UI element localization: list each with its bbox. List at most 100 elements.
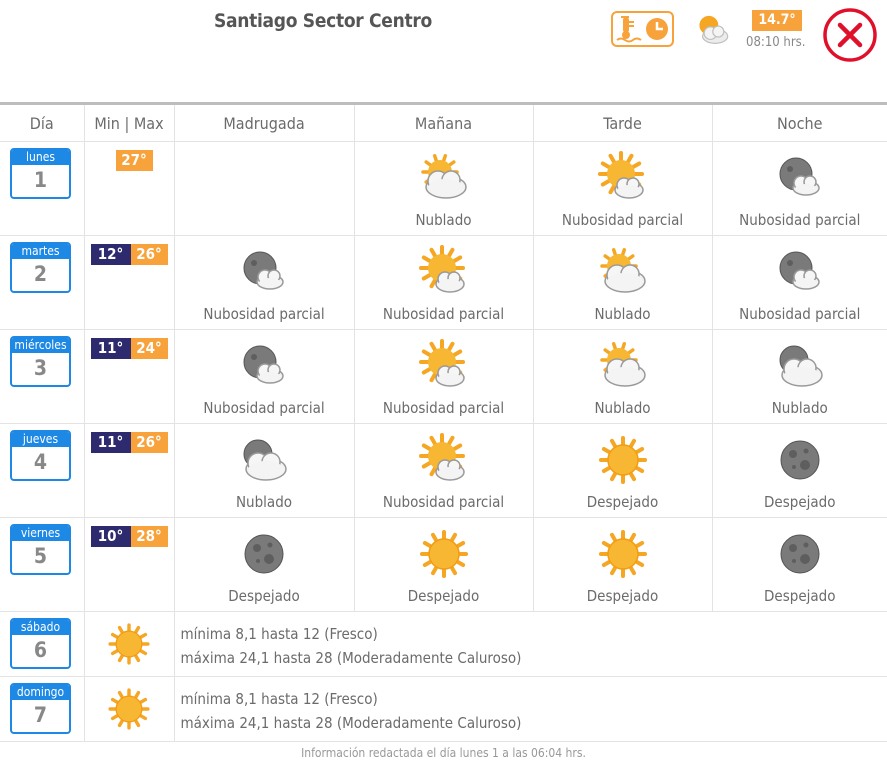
summary-max-text: máxima 24,1 hasta 28 (Moderadamente Calu… (180, 649, 522, 667)
day-cell: martes 2 (0, 235, 84, 330)
table-row: domingo 7 mínima 8,1 hasta 12 (Fresco) m… (0, 676, 887, 742)
forecast-cell-tarde: Nubosidad parcial (532, 141, 712, 236)
sun-icon (598, 530, 647, 578)
min-max-cell: 11° 24° (83, 329, 174, 424)
min-max-cell: 11° 26° (83, 423, 174, 518)
header-noche: Noche (711, 102, 887, 142)
table-row: sábado 6 mínima 8,1 hasta 12 (Fresco) má… (0, 611, 887, 677)
day-cell: lunes 1 (0, 141, 84, 236)
max-temp: 24° (130, 338, 168, 359)
condition-label: Despejado (228, 587, 300, 605)
day-badge: domingo 7 (10, 683, 71, 734)
day-number: 7 (33, 703, 48, 727)
forecast-table-container: Día Min | Max Madrugada Mañana Tarde Noc… (0, 102, 887, 742)
forecast-cell-noche: Nubosidad parcial (711, 141, 887, 236)
table-row: jueves 4 11° 26° Nublado Nubosidad parcia… (0, 423, 887, 518)
sun-icon (419, 530, 468, 578)
partly-cloudy-night-icon (243, 345, 284, 384)
day-cell: sábado 6 (0, 611, 84, 677)
sun-icon (598, 436, 647, 484)
min-max: 11° 24° (90, 338, 168, 359)
partly-cloudy-night-icon (779, 157, 820, 196)
partly-cloudy-night-icon (779, 251, 820, 290)
condition-label: Despejado (586, 493, 659, 511)
cloudy-night-icon (243, 439, 287, 481)
summary-icon-cell (83, 676, 174, 742)
forecast-cell-madrugada (173, 141, 354, 236)
page-title: Santiago Sector Centro (214, 10, 432, 32)
forecast-cell-noche: Despejado (711, 423, 887, 518)
day-name: lunes (12, 150, 69, 165)
table-header-row: Día Min | Max Madrugada Mañana Tarde Noc… (0, 102, 887, 142)
forecast-cell-tarde: Despejado (532, 517, 712, 612)
sun-icon (108, 623, 150, 665)
condition-label: Nublado (771, 399, 828, 417)
forecast-cell-noche: Nubosidad parcial (711, 235, 887, 330)
forecast-cell-madrugada: Despejado (173, 517, 354, 612)
day-badge: miércoles 3 (10, 336, 71, 387)
day-name: martes (12, 244, 69, 259)
day-number: 3 (33, 356, 48, 380)
min-temp: 11° (90, 432, 131, 453)
condition-label: Nubosidad parcial (739, 211, 861, 229)
condition-label: Nublado (594, 399, 651, 417)
forecast-cell-noche: Nublado (711, 329, 887, 424)
forecast-cell-madrugada: Nubosidad parcial (173, 235, 354, 330)
day-number: 2 (33, 262, 48, 286)
min-max-cell: 10° 28° (83, 517, 174, 612)
summary-min-text: mínima 8,1 hasta 12 (Fresco) (180, 690, 378, 708)
table-row: martes 2 12° 26° Nubosidad parcial Nubosi… (0, 235, 887, 330)
day-badge: sábado 6 (10, 618, 71, 669)
close-icon[interactable] (822, 7, 878, 63)
summary-icon-cell (83, 611, 174, 677)
day-number: 6 (33, 638, 48, 662)
forecast-cell-tarde: Nublado (532, 329, 712, 424)
header-min-max: Min | Max (83, 102, 174, 142)
condition-label: Despejado (586, 587, 659, 605)
min-max: 27° (91, 150, 153, 171)
temperature-clock-button[interactable] (611, 11, 674, 47)
day-badge: martes 2 (10, 242, 71, 293)
max-temp: 27° (115, 150, 153, 171)
header-dia: Día (0, 102, 84, 142)
condition-label: Despejado (764, 587, 836, 605)
current-temperature: 14.7° (752, 10, 802, 31)
condition-label: Despejado (764, 493, 836, 511)
cloudy-day-icon (599, 248, 646, 293)
condition-label: Nubosidad parcial (739, 305, 861, 323)
min-temp: 12° (90, 244, 131, 265)
condition-label: Nubosidad parcial (382, 399, 505, 417)
condition-label: Nubosidad parcial (561, 211, 684, 229)
condition-label: Nubosidad parcial (203, 399, 325, 417)
min-max: 10° 28° (90, 526, 168, 547)
thermometer-clock-icon (616, 16, 668, 43)
partly-cloudy-day-icon (418, 339, 465, 387)
day-name: sábado (12, 620, 69, 635)
day-name: domingo (12, 685, 69, 700)
day-cell: miércoles 3 (0, 329, 84, 424)
forecast-cell-madrugada: Nubosidad parcial (173, 329, 354, 424)
min-max: 12° 26° (90, 244, 168, 265)
max-temp: 26° (130, 432, 168, 453)
max-temp: 26° (130, 244, 168, 265)
condition-label: Despejado (407, 587, 480, 605)
condition-label: Nublado (235, 493, 293, 511)
day-cell: jueves 4 (0, 423, 84, 518)
day-number: 4 (33, 450, 48, 474)
cloudy-day-icon (420, 154, 467, 199)
day-number: 1 (33, 168, 48, 192)
cloudy-night-icon (779, 345, 823, 387)
day-name: miércoles (12, 338, 69, 353)
day-cell: viernes 5 (0, 517, 84, 612)
min-max: 11° 26° (90, 432, 168, 453)
partly-cloudy-night-icon (243, 251, 284, 290)
summary-max-text: máxima 24,1 hasta 28 (Moderadamente Calu… (180, 714, 522, 732)
header-madrugada: Madrugada (173, 102, 354, 142)
table-row: lunes 1 27° Nublado Nubosidad parcial Nu… (0, 141, 887, 236)
partly-cloudy-day-icon (597, 151, 644, 199)
forecast-cell-manana: Nubosidad parcial (353, 329, 533, 424)
condition-label: Nubosidad parcial (382, 305, 505, 323)
table-row: miércoles 3 11° 24° Nubosidad parcial Nub… (0, 329, 887, 424)
table-row: viernes 5 10° 28° Despejado Despejado De… (0, 517, 887, 612)
forecast-cell-madrugada: Nublado (173, 423, 354, 518)
